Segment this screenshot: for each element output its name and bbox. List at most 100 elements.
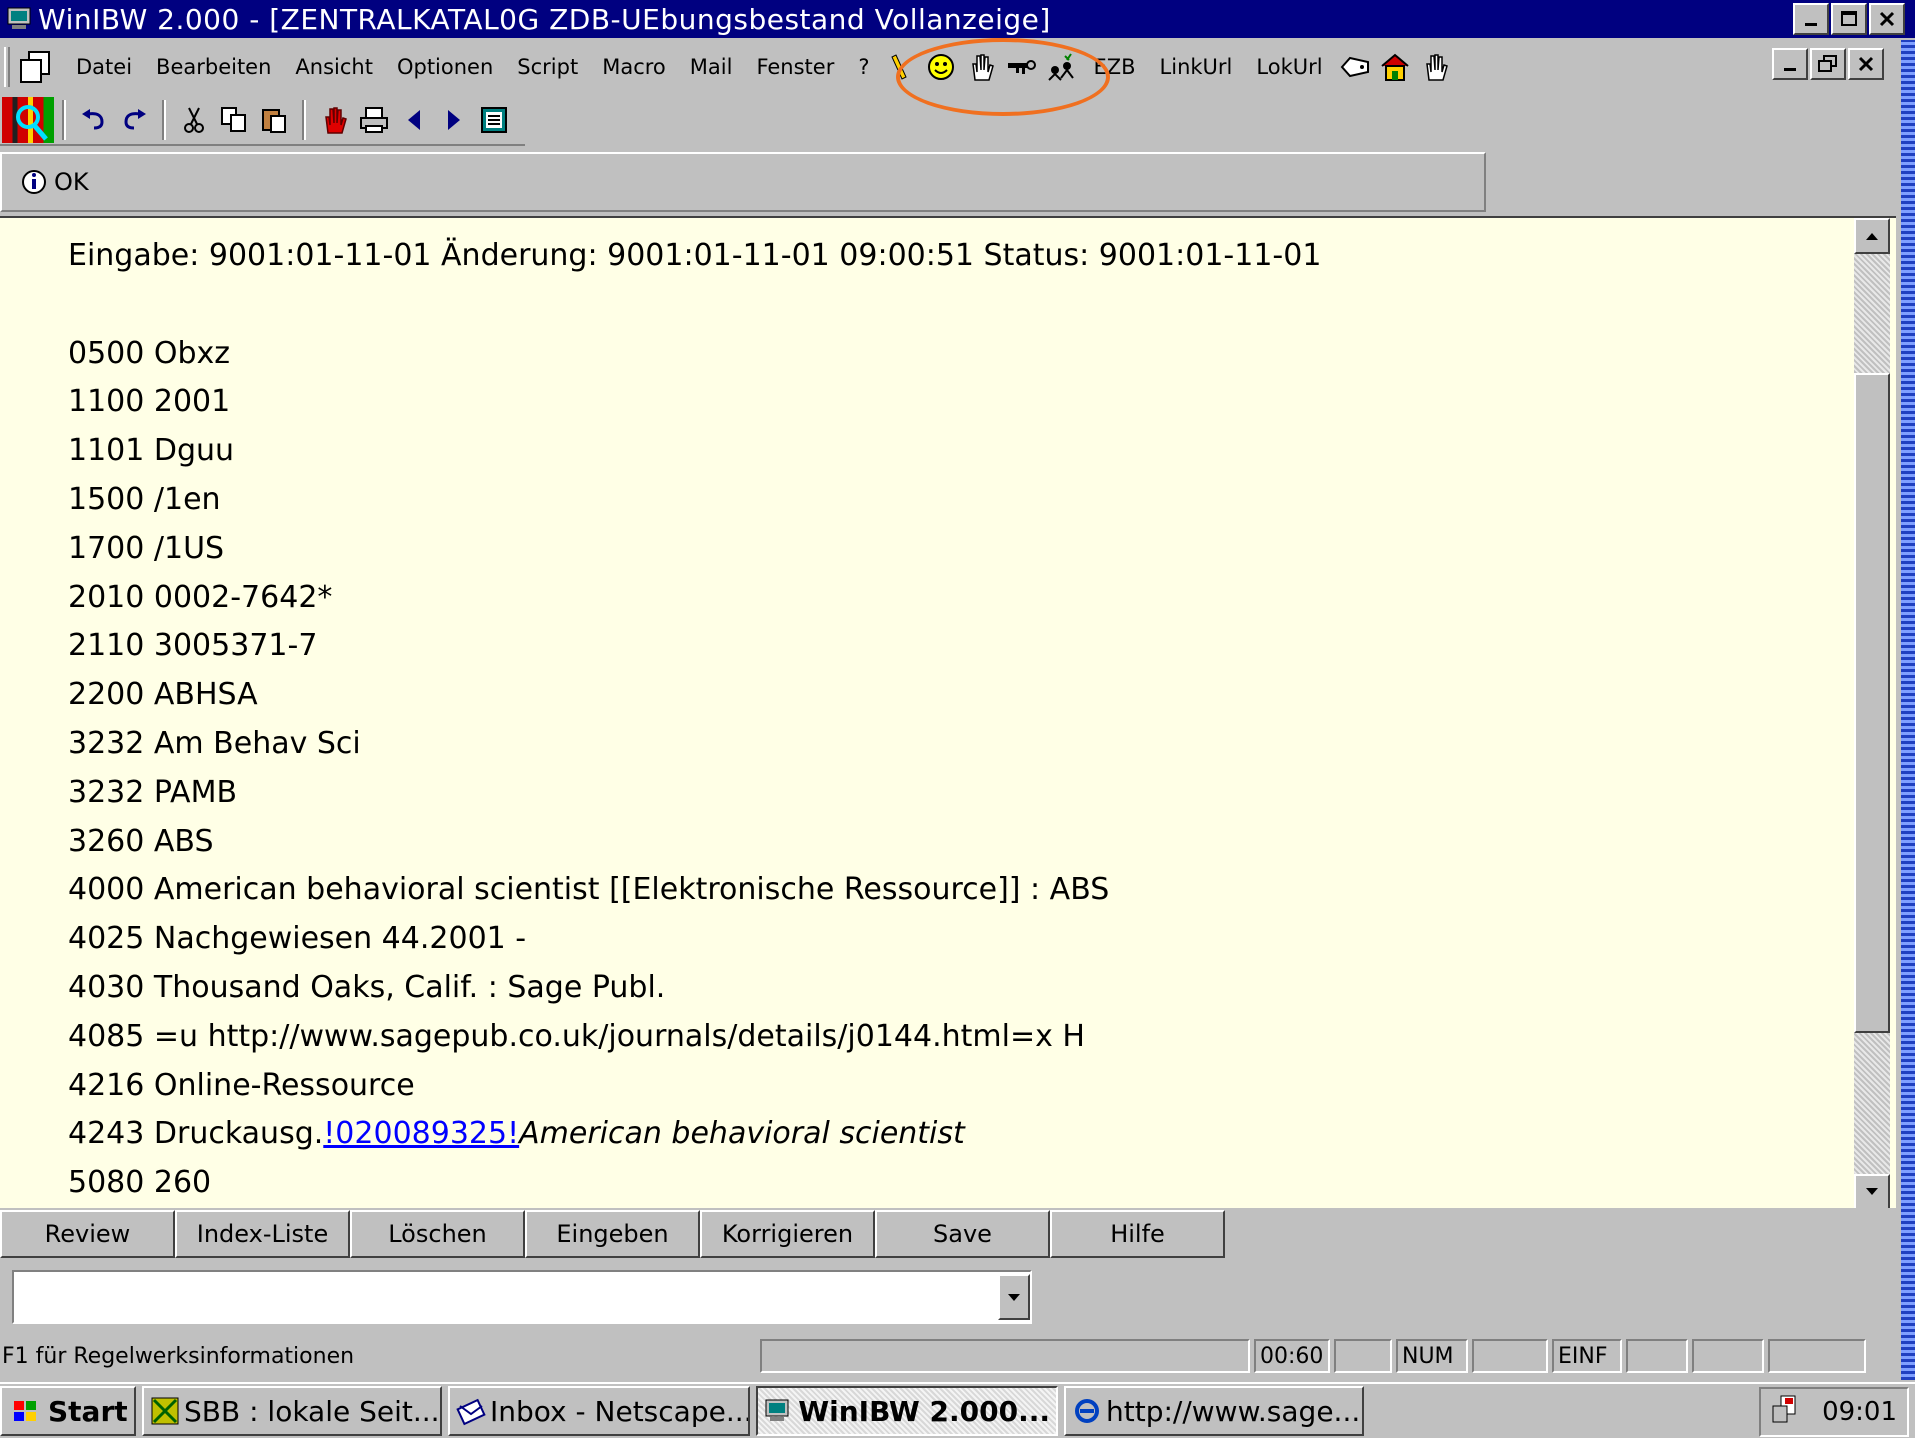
loeschen-button[interactable]: Löschen <box>350 1210 525 1258</box>
key-icon[interactable] <box>1001 47 1041 87</box>
doc-restore-button[interactable] <box>1810 48 1846 80</box>
status-panel-empty <box>1626 1339 1688 1373</box>
record-line-prefix: 4243 Druckausg. <box>68 1116 324 1152</box>
korrigieren-button[interactable]: Korrigieren <box>700 1210 875 1258</box>
menu-optionen[interactable]: Optionen <box>385 55 505 79</box>
home-icon[interactable] <box>1375 47 1415 87</box>
hand-stop-icon[interactable] <box>1415 47 1455 87</box>
status-panel-empty <box>1768 1339 1866 1373</box>
scroll-up-button[interactable] <box>1854 218 1890 254</box>
menu-script[interactable]: Script <box>505 55 590 79</box>
maximize-button[interactable] <box>1831 3 1867 35</box>
task-inbox[interactable]: Inbox - Netscape... <box>448 1386 750 1436</box>
toolbar-separator <box>62 100 66 140</box>
copy-icon[interactable] <box>214 100 254 140</box>
record-line: 4000 American behavioral scientist [[Ele… <box>68 872 1110 908</box>
task-label: SBB : lokale Seit... <box>184 1394 440 1428</box>
app-logo-icon[interactable] <box>2 97 54 143</box>
record-line: 0500 Obxz <box>68 335 231 371</box>
app-window-icon <box>764 1393 794 1429</box>
menu-linkurl[interactable]: LinkUrl <box>1148 55 1245 79</box>
record-line: 4085 =u http://www.sagepub.co.uk/journal… <box>68 1018 1085 1054</box>
status-panel-empty <box>1692 1339 1764 1373</box>
web-page-icon <box>150 1393 180 1429</box>
doc-minimize-button[interactable] <box>1772 48 1808 80</box>
menu-grip[interactable] <box>4 47 10 87</box>
close-button[interactable] <box>1869 3 1905 35</box>
scroll-down-button[interactable] <box>1854 1174 1890 1208</box>
record-line: 2010 0002-7642* <box>68 579 333 615</box>
command-input[interactable] <box>12 1270 1032 1324</box>
people-icon[interactable] <box>1041 47 1081 87</box>
status-time-counter: 00:60 <box>1254 1339 1330 1373</box>
stop-hand-icon[interactable] <box>314 100 354 140</box>
record-line: 1700 /1US <box>68 530 225 566</box>
scroll-thumb[interactable] <box>1854 373 1890 1033</box>
internet-explorer-icon <box>1072 1393 1102 1429</box>
save-button[interactable]: Save <box>875 1210 1050 1258</box>
paste-icon[interactable] <box>254 100 294 140</box>
menu-fenster[interactable]: Fenster <box>744 55 846 79</box>
record-line: 1101 Dguu <box>68 433 235 469</box>
display-icon[interactable] <box>474 100 514 140</box>
status-mode: EINF <box>1552 1339 1622 1373</box>
next-icon[interactable] <box>434 100 474 140</box>
redo-icon[interactable] <box>114 100 154 140</box>
task-winibw[interactable]: WinIBW 2.000... <box>756 1386 1058 1436</box>
menu-mail[interactable]: Mail <box>678 55 745 79</box>
toolbar-separator <box>302 100 306 140</box>
message-bar: OK <box>0 152 1486 212</box>
smiley-icon[interactable] <box>921 47 961 87</box>
linked-record-link[interactable]: !020089325! <box>323 1116 519 1151</box>
index-liste-button[interactable]: Index-Liste <box>175 1210 350 1258</box>
start-label: Start <box>48 1394 128 1428</box>
netscape-mail-icon <box>456 1393 486 1429</box>
record-header: Eingabe: 9001:01-11-01 Änderung: 9001:01… <box>68 238 1322 273</box>
record-display[interactable]: Eingabe: 9001:01-11-01 Änderung: 9001:01… <box>0 216 1896 1208</box>
message-text: OK <box>54 168 89 196</box>
task-sbb[interactable]: SBB : lokale Seit... <box>142 1386 442 1436</box>
clock[interactable]: 09:01 <box>1822 1397 1897 1427</box>
window-title: WinIBW 2.000 - [ZENTRALKATAL0G ZDB-UEbun… <box>38 2 1051 36</box>
menu-ansicht[interactable]: Ansicht <box>283 55 385 79</box>
hand-icon[interactable] <box>961 47 1001 87</box>
doc-close-button[interactable] <box>1848 48 1884 80</box>
record-line: 4025 Nachgewiesen 44.2001 - <box>68 921 527 957</box>
menu-lokurl[interactable]: LokUrl <box>1244 55 1334 79</box>
menu-bearbeiten[interactable]: Bearbeiten <box>144 55 283 79</box>
tag-icon[interactable] <box>1335 47 1375 87</box>
command-dropdown-button[interactable] <box>998 1274 1030 1320</box>
pencil-icon[interactable] <box>881 47 921 87</box>
network-icon[interactable] <box>1771 1394 1801 1431</box>
start-button[interactable]: Start <box>0 1386 136 1436</box>
eingeben-button[interactable]: Eingeben <box>525 1210 700 1258</box>
menu-ezb[interactable]: EZB <box>1081 55 1147 79</box>
cut-icon[interactable] <box>174 100 214 140</box>
record-line: 2200 ABHSA <box>68 677 258 713</box>
undo-icon[interactable] <box>74 100 114 140</box>
document-icon[interactable] <box>16 47 56 87</box>
vertical-scrollbar[interactable] <box>1854 218 1890 1208</box>
record-line: 2110 3005371-7 <box>68 628 318 664</box>
record-line-4243: 4243 Druckausg.!020089325!American behav… <box>68 1110 1321 1159</box>
record-text: Eingabe: 9001:01-11-01 Änderung: 9001:01… <box>68 232 1321 1208</box>
task-browser[interactable]: http://www.sage... <box>1064 1386 1364 1436</box>
previous-icon[interactable] <box>394 100 434 140</box>
hilfe-button[interactable]: Hilfe <box>1050 1210 1225 1258</box>
window-controls <box>1793 3 1905 35</box>
document-window-controls <box>1772 48 1884 80</box>
function-button-bar: Review Index-Liste Löschen Eingeben Korr… <box>0 1210 1896 1258</box>
print-icon[interactable] <box>354 100 394 140</box>
record-line: 1100 2001 <box>68 384 231 420</box>
info-icon <box>22 170 46 194</box>
menu-macro[interactable]: Macro <box>590 55 678 79</box>
minimize-button[interactable] <box>1793 3 1829 35</box>
toolbar-separator <box>162 100 166 140</box>
menu-help[interactable]: ? <box>846 55 881 79</box>
title-bar: WinIBW 2.000 - [ZENTRALKATAL0G ZDB-UEbun… <box>0 0 1915 38</box>
menu-datei[interactable]: Datei <box>64 55 144 79</box>
task-label: Inbox - Netscape... <box>490 1394 750 1428</box>
review-button[interactable]: Review <box>0 1210 175 1258</box>
app-window-icon[interactable] <box>4 4 38 34</box>
record-line: 5080 260 <box>68 1165 212 1201</box>
